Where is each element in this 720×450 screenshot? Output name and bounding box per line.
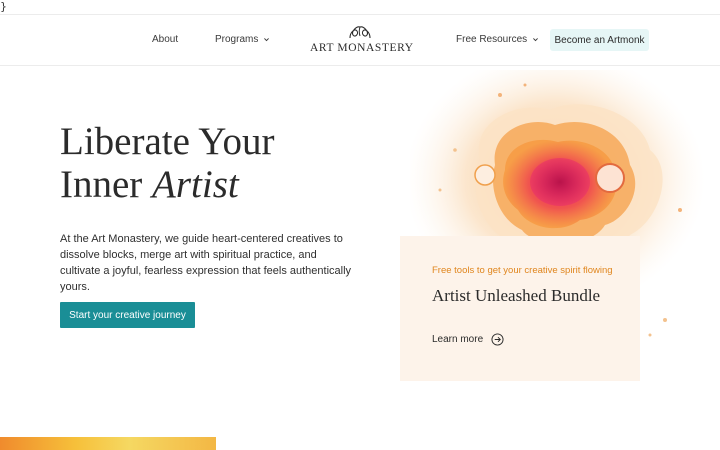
become-artmonk-button[interactable]: Become an Artmonk — [550, 29, 649, 51]
hero-title-line1: Liberate Your — [60, 120, 275, 163]
arrow-circle-right-icon — [491, 333, 504, 346]
nav-about-label: About — [152, 34, 179, 45]
hero-title-line2-plain: Inner — [60, 163, 153, 206]
stray-text: } — [0, 0, 7, 13]
nav-programs-label: Programs — [215, 34, 259, 45]
hero-title: Liberate Your Inner Artist — [60, 120, 274, 206]
site-header: About Programs ART MONASTERY Free Resour… — [0, 14, 720, 66]
learn-more-label: Learn more — [432, 334, 484, 345]
chevron-down-icon — [264, 38, 270, 42]
learn-more-link[interactable]: Learn more — [432, 333, 504, 346]
nav-free-resources[interactable]: Free Resources — [456, 34, 539, 45]
hero-title-line2: Inner Artist — [60, 163, 274, 206]
chevron-down-icon — [533, 38, 539, 42]
bundle-card: Free tools to get your creative spirit f… — [400, 236, 640, 381]
card-title: Artist Unleashed Bundle — [432, 286, 601, 305]
art-monastery-logo-icon — [349, 26, 371, 39]
bottom-image-strip — [0, 437, 216, 450]
nav-about[interactable]: About — [152, 34, 178, 45]
card-eyebrow: Free tools to get your creative spirit f… — [432, 265, 613, 276]
hero-title-line2-italic: Artist — [152, 163, 239, 206]
hero-description: At the Art Monastery, we guide heart-cen… — [60, 233, 352, 293]
nav-programs[interactable]: Programs — [215, 34, 270, 45]
site-logo[interactable]: ART MONASTERY — [310, 24, 414, 54]
logo-text: ART MONASTERY — [310, 42, 414, 54]
start-journey-button[interactable]: Start your creative journey — [60, 302, 195, 328]
nav-free-resources-label: Free Resources — [456, 34, 528, 45]
